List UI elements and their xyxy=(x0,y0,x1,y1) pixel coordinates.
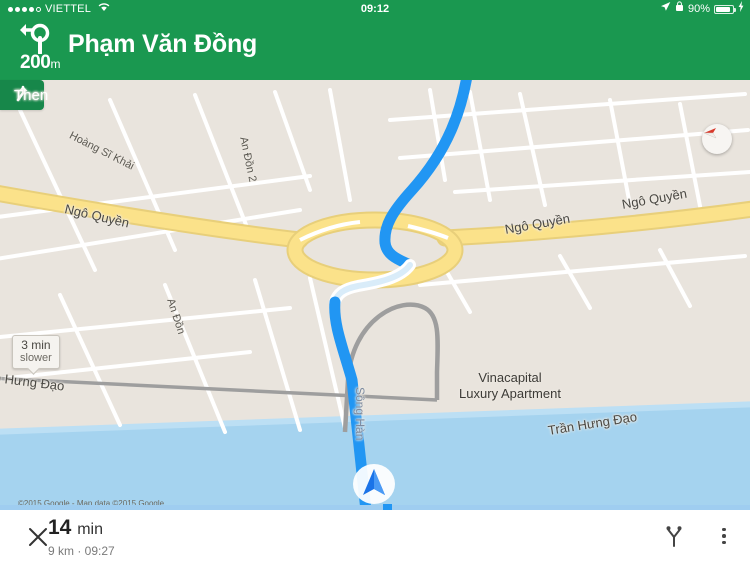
battery-icon xyxy=(714,4,736,14)
charging-bolt-icon xyxy=(738,0,744,18)
merge-right-icon xyxy=(14,84,32,107)
alternate-route-badge[interactable]: 3 min slower xyxy=(12,335,60,369)
close-icon xyxy=(29,528,47,546)
bottom-bar-actions xyxy=(662,524,736,548)
status-bar-right: 90% xyxy=(660,0,744,18)
alternate-routes-button[interactable] xyxy=(662,524,686,548)
map-vector-layer xyxy=(0,80,750,510)
overflow-menu-icon xyxy=(722,527,726,545)
poi-label-vinacapital: Vinacapital Luxury Apartment xyxy=(459,370,561,401)
then-maneuver-tab[interactable]: Then xyxy=(0,80,48,110)
navigation-header: 200m Phạm Văn Đồng xyxy=(0,18,750,80)
battery-percent-label: 90% xyxy=(687,3,710,15)
compass-button[interactable] xyxy=(702,124,732,154)
close-button[interactable] xyxy=(27,526,49,548)
map-canvas[interactable]: Hoàng Sĩ Khải An Đồn 2 Ngô Quyền Ngô Quyền N… xyxy=(0,80,750,510)
status-bar-clock: 09:12 xyxy=(360,3,390,15)
alternate-route-note: slower xyxy=(20,352,52,364)
overflow-menu-button[interactable] xyxy=(712,524,736,548)
eta-summary[interactable]: 14 min 9 km · 09:27 xyxy=(48,516,115,559)
location-arrow-icon xyxy=(660,0,671,18)
maneuver-distance: 200m xyxy=(19,52,61,73)
eta-details: 9 km · 09:27 xyxy=(48,544,115,558)
status-bar: VIETTEL 09:12 90% xyxy=(0,0,750,18)
alternate-routes-icon xyxy=(666,526,682,547)
current-position-marker xyxy=(352,462,396,506)
navigation-screen: VIETTEL 09:12 90% 200m Phạm Văn Đồng The… xyxy=(0,0,750,563)
eta-duration: 14 min xyxy=(48,516,103,539)
rotation-lock-icon xyxy=(675,0,684,18)
maneuver-indicator: 200m xyxy=(14,20,66,74)
bottom-bar: 14 min 9 km · 09:27 xyxy=(0,510,750,563)
roundabout-exit-left-icon xyxy=(14,20,66,54)
alternate-route-time: 3 min xyxy=(21,338,51,352)
next-street-name: Phạm Văn Đồng xyxy=(68,30,258,58)
